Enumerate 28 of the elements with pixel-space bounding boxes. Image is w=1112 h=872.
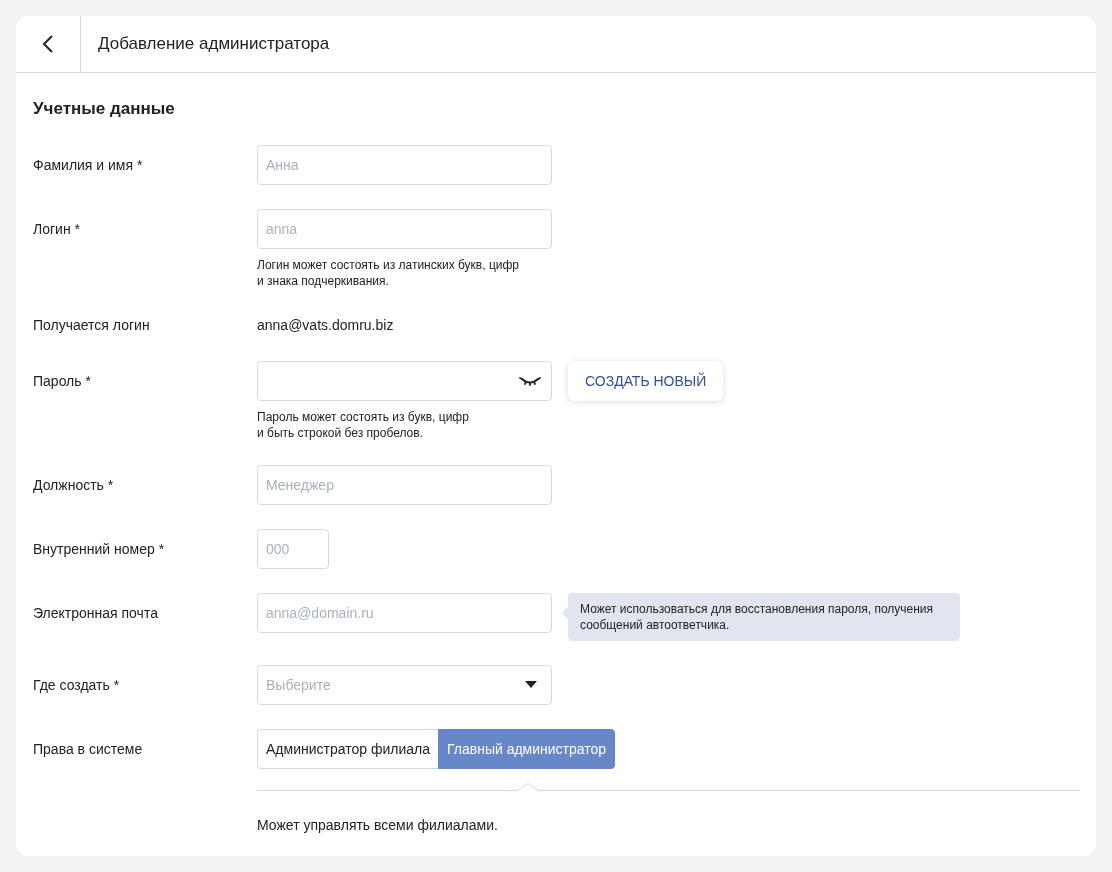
input-field[interactable]: Менеджер bbox=[257, 465, 552, 505]
field-label: Фамилия и имя * bbox=[33, 156, 144, 175]
hint-text: Пароль может состоять из букв, цифр и быть строкой без пробелов. bbox=[257, 409, 470, 441]
field-label: Логин * bbox=[33, 220, 81, 239]
role-description: Может управлять всеми филиалами. bbox=[257, 817, 499, 833]
field-label: Электронная почта bbox=[33, 604, 159, 623]
input-field[interactable]: Анна bbox=[257, 145, 552, 185]
field-label: Должность * bbox=[33, 476, 115, 495]
field-label: Права в системе bbox=[33, 740, 144, 759]
field-label: Получается логин bbox=[33, 316, 151, 335]
input-field[interactable]: anna@domain.ru bbox=[257, 593, 552, 633]
field-label: Пароль * bbox=[33, 372, 92, 391]
chevron-left-icon bbox=[42, 34, 54, 54]
input-field[interactable]: anna bbox=[257, 209, 552, 249]
page-title: Добавление администратора bbox=[97, 34, 330, 54]
tooltip: Может использоваться для восстановления пароля, получения сообщений автоответчика. bbox=[562, 593, 960, 641]
caret-down-icon bbox=[525, 681, 537, 689]
field-label: Внутренний номер * bbox=[33, 540, 166, 559]
closed-eye-icon bbox=[519, 376, 541, 386]
segment-option[interactable]: Администратор филиала bbox=[257, 729, 438, 769]
segment-option[interactable]: Главный администратор bbox=[437, 729, 616, 769]
password-field[interactable] bbox=[257, 361, 552, 401]
input-field[interactable]: 000 bbox=[257, 529, 329, 569]
field-label: Где создать * bbox=[33, 676, 121, 695]
hint-text: Логин может состоять из латинских букв, цифр и знака подчеркивания. bbox=[257, 257, 521, 289]
section-title: Учетные данные bbox=[33, 99, 176, 119]
login-value: anna@vats.domru.biz bbox=[257, 317, 394, 333]
generate-password-button[interactable]: СОЗДАТЬ НОВЫЙ bbox=[568, 361, 724, 401]
